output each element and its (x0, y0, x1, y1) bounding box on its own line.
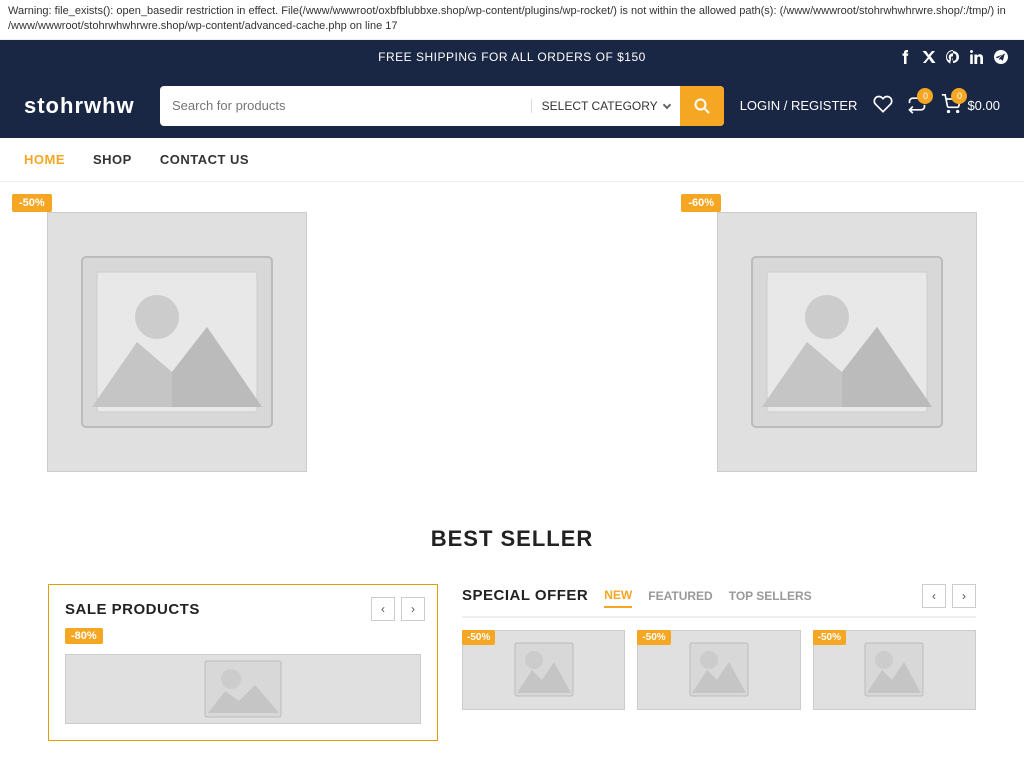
bottom-grid: SALE PRODUCTS ‹ › -80% (24, 568, 1000, 741)
offer-item-1: -50% (462, 630, 625, 710)
compare-badge: 0 (917, 88, 933, 104)
special-offer-header: SPECIAL OFFER NEW FEATURED TOP SELLERS ‹… (462, 584, 976, 618)
prev-icon: ‹ (381, 602, 385, 616)
middle-spacer (355, 182, 670, 502)
offer-tab-top-sellers[interactable]: TOP SELLERS (729, 585, 812, 607)
shipping-bar: FREE SHIPPING FOR ALL ORDERS OF $150 (0, 40, 1024, 74)
logo[interactable]: stohrwhw (24, 93, 144, 119)
offer-tab-new[interactable]: NEW (604, 584, 632, 608)
wishlist-button[interactable] (873, 94, 893, 117)
warning-bar: Warning: file_exists(): open_basedir res… (0, 0, 1024, 40)
offer-nav: ‹ › (922, 584, 976, 608)
telegram-icon[interactable] (994, 50, 1008, 67)
search-button[interactable] (680, 86, 724, 126)
cart-button[interactable]: 0 $0.00 (941, 94, 1000, 117)
main-content: -50% -60% (0, 182, 1024, 765)
offer-placeholder-3 (864, 642, 924, 697)
search-bar: SELECT CATEGORY (160, 86, 724, 126)
header: stohrwhw SELECT CATEGORY LOGIN / REGISTE… (0, 74, 1024, 138)
nav-home[interactable]: HOME (24, 138, 65, 181)
offer-item-2: -50% (637, 630, 800, 710)
best-seller-title: BEST SELLER (24, 526, 1000, 552)
discount-badge-2: -60% (681, 194, 721, 212)
offer-badge-3: -50% (813, 630, 846, 645)
cart-amount: $0.00 (967, 98, 1000, 113)
placeholder-image-svg-1 (77, 252, 277, 432)
offer-next-icon: › (962, 589, 966, 603)
category-dropdown[interactable]: SELECT CATEGORY (531, 99, 680, 113)
special-offer-panel: SPECIAL OFFER NEW FEATURED TOP SELLERS ‹… (462, 584, 1000, 741)
sale-badge: -80% (65, 628, 103, 644)
placeholder-image-svg-2 (747, 252, 947, 432)
product-image-2[interactable] (717, 212, 977, 472)
pinterest-icon[interactable] (946, 50, 960, 67)
offer-placeholder-2 (689, 642, 749, 697)
login-register-link[interactable]: LOGIN / REGISTER (740, 98, 858, 113)
search-icon (694, 98, 710, 114)
social-icons-group (882, 40, 1024, 77)
offer-prev-button[interactable]: ‹ (922, 584, 946, 608)
shipping-text: FREE SHIPPING FOR ALL ORDERS OF $150 (378, 50, 646, 64)
sale-next-button[interactable]: › (401, 597, 425, 621)
offer-item-3: -50% (813, 630, 976, 710)
offer-next-button[interactable]: › (952, 584, 976, 608)
linkedin-icon[interactable] (970, 50, 984, 67)
search-input[interactable] (160, 90, 531, 121)
best-seller-section: BEST SELLER SALE PRODUCTS ‹ › -80% (0, 502, 1024, 765)
product-card-1: -50% (0, 182, 355, 502)
cart-badge: 0 (951, 88, 967, 104)
header-icon-group: 0 0 $0.00 (873, 94, 1000, 117)
offer-prev-icon: ‹ (932, 589, 936, 603)
sale-product-placeholder (203, 659, 283, 719)
products-row: -50% -60% (0, 182, 1024, 502)
discount-badge-1: -50% (12, 194, 52, 212)
special-offer-title: SPECIAL OFFER (462, 587, 588, 604)
product-card-2: -60% (669, 182, 1024, 502)
sale-products-title: SALE PRODUCTS (65, 601, 200, 618)
offer-items: -50% -50% (462, 630, 976, 710)
offer-tab-featured[interactable]: FEATURED (648, 585, 712, 607)
facebook-icon[interactable] (898, 50, 912, 67)
header-actions: LOGIN / REGISTER 0 (740, 94, 1000, 117)
sale-product-image[interactable] (65, 654, 421, 724)
chevron-down-icon (662, 101, 670, 109)
compare-button[interactable]: 0 (907, 94, 927, 117)
shipping-bar-wrapper: FREE SHIPPING FOR ALL ORDERS OF $150 (0, 40, 1024, 74)
nav-shop[interactable]: SHOP (93, 138, 132, 181)
offer-placeholder-1 (514, 642, 574, 697)
next-icon: › (411, 602, 415, 616)
nav-contact[interactable]: CONTACT US (160, 138, 249, 181)
product-image-1[interactable] (47, 212, 307, 472)
cart-icon-wrapper: 0 (941, 94, 961, 117)
offer-badge-1: -50% (462, 630, 495, 645)
offer-badge-2: -50% (637, 630, 670, 645)
navigation: HOME SHOP CONTACT US (0, 138, 1024, 182)
category-label: SELECT CATEGORY (542, 99, 658, 113)
sale-products-nav: ‹ › (371, 597, 425, 621)
warning-text: Warning: file_exists(): open_basedir res… (8, 5, 1006, 32)
sale-products-panel: SALE PRODUCTS ‹ › -80% (48, 584, 438, 741)
sale-prev-button[interactable]: ‹ (371, 597, 395, 621)
twitter-icon[interactable] (922, 50, 936, 67)
heart-icon (873, 94, 893, 114)
